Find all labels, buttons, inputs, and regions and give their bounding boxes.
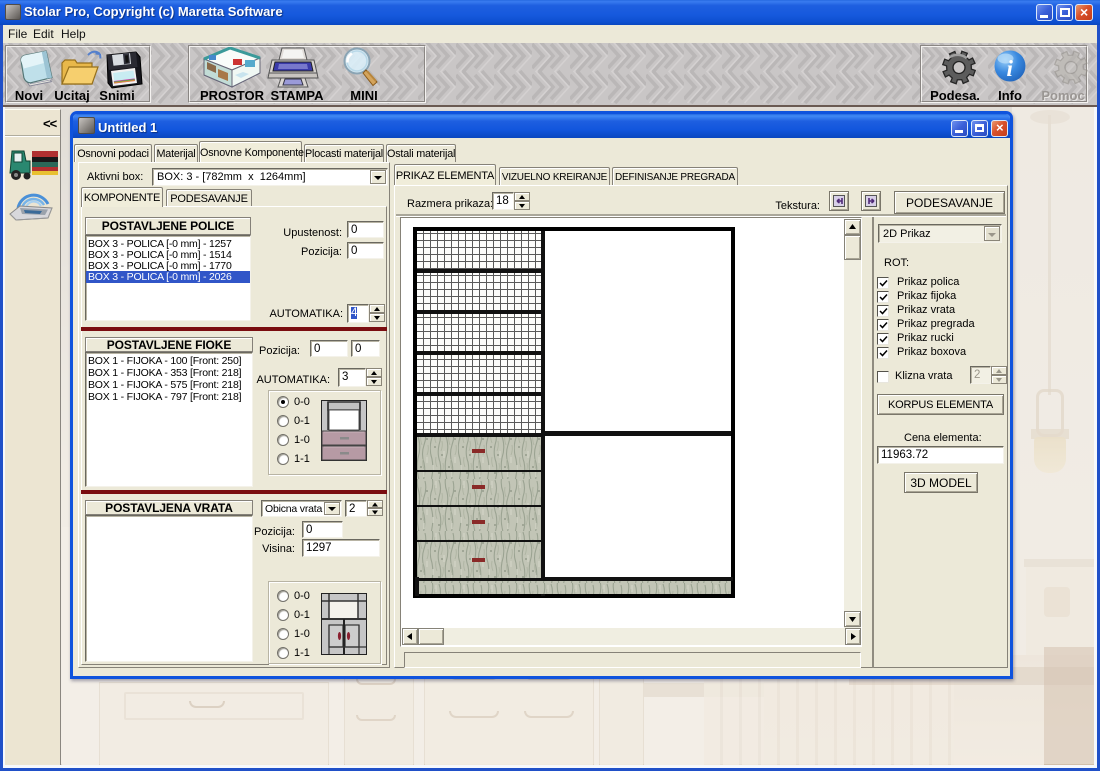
svg-text:i: i (1007, 56, 1014, 81)
